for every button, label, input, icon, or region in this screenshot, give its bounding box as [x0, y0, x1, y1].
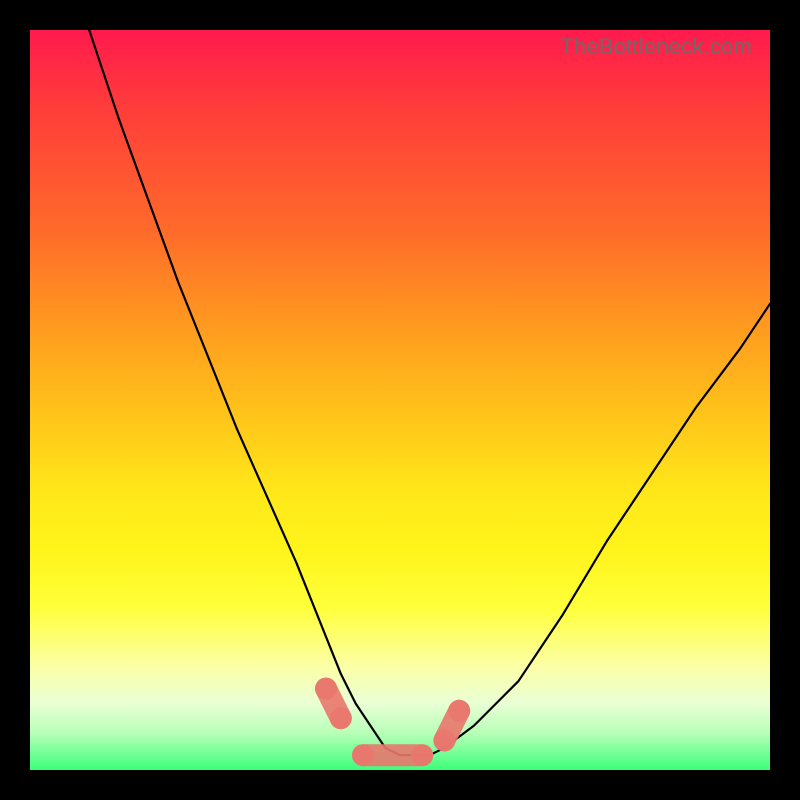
marker-left-upper — [315, 678, 337, 700]
flat-segment-start — [352, 744, 374, 766]
chart-svg — [30, 30, 770, 770]
marker-right-elbow — [433, 729, 455, 751]
chart-frame: TheBottleneck.com — [0, 0, 800, 800]
marker-right-upper — [448, 700, 470, 722]
bottleneck-curve — [89, 30, 770, 755]
scatter-group — [315, 678, 470, 767]
plot-area: TheBottleneck.com — [30, 30, 770, 770]
flat-segment-end — [411, 744, 433, 766]
marker-left-lower — [330, 707, 352, 729]
